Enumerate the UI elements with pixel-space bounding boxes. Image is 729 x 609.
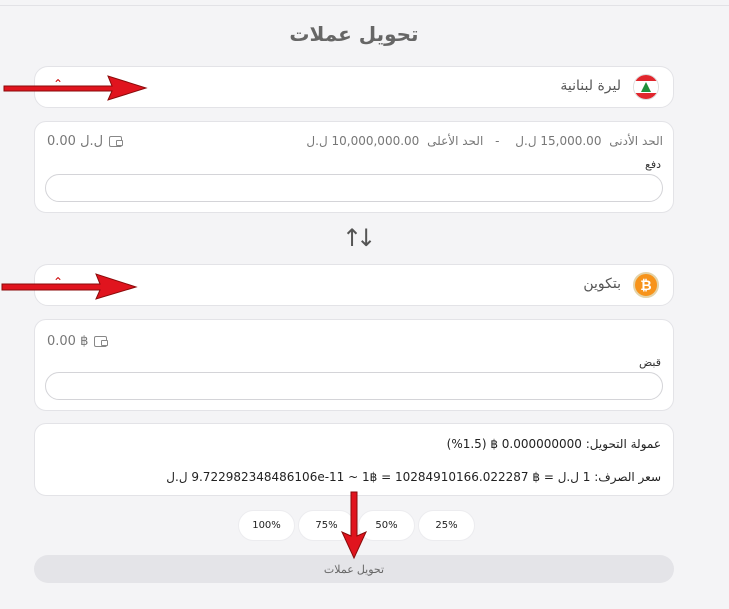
to-currency-select[interactable]: ₿ بتكوين ⌃: [34, 264, 674, 306]
limits-text: الحد الأدنى 15,000.00 ل.ل - الحد الأعلى …: [302, 134, 663, 148]
convert-button[interactable]: تحويل عملات: [34, 555, 674, 583]
percent-50-button[interactable]: 50%: [358, 510, 415, 541]
percent-75-button[interactable]: 75%: [298, 510, 355, 541]
max-label: الحد الأعلى: [427, 134, 484, 148]
wallet-icon: [109, 136, 124, 147]
from-currency-select[interactable]: ليرة لبنانية ⌃: [34, 66, 674, 108]
pay-label: دفع: [644, 158, 661, 171]
percent-100-button[interactable]: 100%: [238, 510, 295, 541]
receive-label: قبض: [638, 356, 661, 369]
pay-card: الحد الأدنى 15,000.00 ل.ل - الحد الأعلى …: [34, 121, 674, 213]
percent-25-button[interactable]: 25%: [418, 510, 475, 541]
min-label: الحد الأدنى: [609, 134, 663, 148]
from-currency-name: ليرة لبنانية: [560, 78, 621, 94]
pay-input[interactable]: [45, 174, 663, 202]
rate-info-card: عمولة التحويل: 0.000000000 ฿ (1.5%) سعر …: [34, 423, 674, 496]
commission-text: عمولة التحويل: 0.000000000 ฿ (1.5%): [446, 437, 661, 451]
exchange-rate-text: سعر الصرف: 1 ل.ل = ฿ 9.722982348486106e-…: [166, 470, 661, 484]
limits-separator: -: [495, 134, 500, 148]
balance-value: 0.00 ฿: [47, 334, 89, 349]
top-divider: [0, 5, 729, 6]
swap-arrows-icon[interactable]: ↑↓: [342, 224, 376, 252]
chevron-down-icon[interactable]: ⌃: [53, 275, 63, 289]
bitcoin-icon: ₿: [633, 272, 659, 298]
wallet-icon: [94, 336, 109, 347]
min-value: 15,000.00 ل.ل: [515, 134, 602, 148]
from-balance: 0.00 ل.ل: [47, 134, 124, 149]
to-currency-name: بتكوين: [583, 276, 621, 292]
balance-value: 0.00 ل.ل: [47, 134, 104, 149]
receive-input[interactable]: [45, 372, 663, 400]
max-value: 10,000,000.00 ل.ل: [306, 134, 420, 148]
to-balance: 0.00 ฿: [47, 334, 109, 349]
chevron-down-icon[interactable]: ⌃: [53, 77, 63, 91]
lebanon-flag-icon: [633, 74, 659, 100]
page-title: تحويل عملات: [289, 22, 419, 46]
receive-card: 0.00 ฿ قبض: [34, 319, 674, 411]
